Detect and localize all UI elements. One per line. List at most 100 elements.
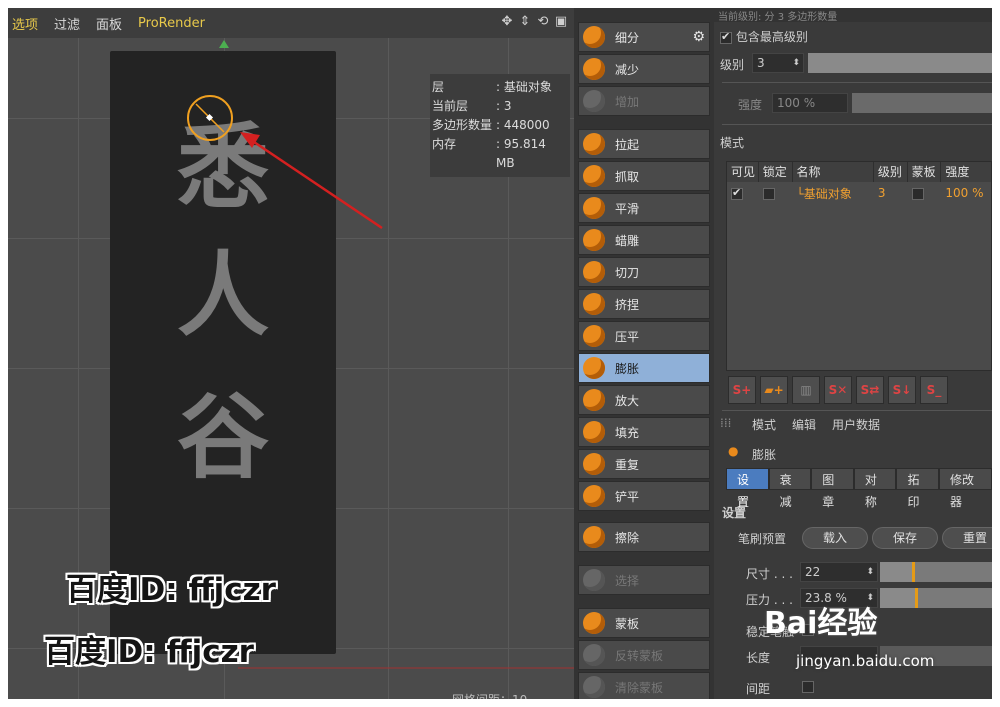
tool-invert-mask[interactable]: 反转蒙板 bbox=[578, 640, 710, 670]
mode-label: 模式 bbox=[720, 136, 745, 150]
3d-viewport[interactable]: 选项 过滤 面板 ProRender ✥ ⇕ ⟲ ▣ 悉 人 谷 层: 基础对象 bbox=[8, 8, 574, 699]
tool-label: 膨胀 bbox=[615, 361, 640, 376]
tool-wax[interactable]: 蜡雕 bbox=[578, 225, 710, 255]
tool-grab[interactable]: 抓取 bbox=[578, 161, 710, 191]
lock-toggle[interactable] bbox=[759, 186, 793, 200]
tool-inflate[interactable]: 膨胀 bbox=[578, 353, 710, 383]
tool-pull[interactable]: 拉起 bbox=[578, 129, 710, 159]
checkbox[interactable] bbox=[762, 187, 775, 200]
col-level[interactable]: 级别 bbox=[874, 162, 908, 182]
checkbox[interactable] bbox=[731, 186, 743, 200]
stepper-icon[interactable]: ⬍ bbox=[866, 563, 874, 581]
strength-field[interactable]: 100 % bbox=[772, 93, 848, 113]
tool-clear-mask[interactable]: 清除蒙板 bbox=[578, 672, 710, 699]
tool-mask[interactable]: 蒙板 bbox=[578, 608, 710, 638]
knife-brush-icon bbox=[583, 261, 605, 283]
layer-name-text: 基础对象 bbox=[803, 186, 852, 201]
attr-menu-edit[interactable]: 编辑 bbox=[792, 416, 816, 433]
tool-pinch[interactable]: 挤捏 bbox=[578, 289, 710, 319]
tab-stencil[interactable]: 拓印 bbox=[896, 468, 940, 509]
col-lock[interactable]: 锁定 bbox=[759, 162, 793, 182]
spacing-label: 间距 bbox=[746, 682, 771, 696]
tool-repeat[interactable]: 重复 bbox=[578, 449, 710, 479]
load-preset-button[interactable]: 载入 bbox=[802, 527, 868, 549]
col-visible[interactable]: 可见 bbox=[727, 162, 759, 182]
tab-falloff[interactable]: 衰减 bbox=[768, 468, 812, 509]
tool-label: 铲平 bbox=[615, 489, 640, 504]
info-value-memory: 95.814 MB bbox=[496, 137, 546, 170]
baidu-jingyan-url: jingyan.baidu.com bbox=[796, 652, 935, 670]
include-higher-checkbox[interactable]: 包含最高级别 bbox=[720, 28, 808, 45]
repeat-brush-icon bbox=[583, 453, 605, 475]
tab-modifiers[interactable]: 修改器 bbox=[939, 468, 992, 509]
grid-spacing-label: 网格间距：10 bbox=[452, 691, 527, 699]
attr-menu-userdata[interactable]: 用户数据 bbox=[832, 416, 880, 433]
pressure-slider[interactable] bbox=[880, 588, 992, 608]
flatten-layers-icon[interactable]: S_ bbox=[920, 376, 948, 404]
size-slider-fill bbox=[880, 562, 914, 582]
panel-top-status: 当前级别: 分 3 多边形数量 bbox=[714, 8, 992, 22]
gear-icon[interactable]: ⚙ bbox=[692, 29, 705, 45]
spacing-checkbox[interactable] bbox=[802, 681, 814, 693]
copy-layer-icon[interactable]: S⇄ bbox=[856, 376, 884, 404]
mask-toggle[interactable] bbox=[908, 186, 942, 200]
tool-increase[interactable]: 增加 bbox=[578, 86, 710, 116]
tab-symmetry[interactable]: 对称 bbox=[853, 468, 897, 509]
tab-stamp[interactable]: 图章 bbox=[811, 468, 854, 509]
app-window: 选项 过滤 面板 ProRender ✥ ⇕ ⟲ ▣ 悉 人 谷 层: 基础对象 bbox=[8, 8, 992, 699]
col-strength[interactable]: 强度 bbox=[941, 162, 991, 182]
pressure-slider-handle[interactable] bbox=[914, 588, 918, 608]
col-name[interactable]: 名称 bbox=[793, 162, 874, 182]
tool-smooth[interactable]: 平滑 bbox=[578, 193, 710, 223]
tool-label: 细分 bbox=[615, 30, 640, 45]
col-mask[interactable]: 蒙板 bbox=[908, 162, 942, 182]
sculpt-layers-panel: 当前级别: 分 3 多边形数量 包含最高级别 级别 3⬍ 强度 100 % 模式… bbox=[714, 8, 992, 699]
scrape-brush-icon bbox=[583, 485, 605, 507]
trash-icon[interactable]: ▥ bbox=[792, 376, 820, 404]
size-field[interactable]: 22 ⬍ bbox=[800, 562, 878, 582]
size-slider[interactable] bbox=[880, 562, 992, 582]
attr-menu-mode[interactable]: 模式 bbox=[752, 416, 776, 433]
grip-icon[interactable]: ⁞⁞⁞ bbox=[720, 416, 731, 430]
size-label: 尺寸 . . . bbox=[746, 567, 793, 581]
object-info-hud: 层: 基础对象 当前层: 3 多边形数量: 448000 内存: 95.814 … bbox=[430, 74, 570, 177]
tool-label: 拉起 bbox=[615, 137, 640, 152]
save-preset-button[interactable]: 保存 bbox=[872, 527, 938, 549]
level-label: 级别 bbox=[720, 58, 745, 72]
annotation-arrow bbox=[253, 140, 383, 230]
layer-list[interactable]: 可见 锁定 名称 级别 蒙板 强度 └基础对象 3 100 % bbox=[726, 161, 992, 371]
layer-row[interactable]: └基础对象 3 100 % bbox=[727, 182, 991, 204]
size-slider-handle[interactable] bbox=[911, 562, 915, 582]
tool-knife[interactable]: 切刀 bbox=[578, 257, 710, 287]
visible-toggle[interactable] bbox=[727, 186, 759, 200]
tool-flatten[interactable]: 压平 bbox=[578, 321, 710, 351]
tool-scrape[interactable]: 铲平 bbox=[578, 481, 710, 511]
add-folder-icon[interactable]: ▰+ bbox=[760, 376, 788, 404]
tool-reduce[interactable]: 减少 bbox=[578, 54, 710, 84]
tool-label: 放大 bbox=[615, 393, 640, 408]
watermark-text: 百度ID: ffjczr bbox=[66, 572, 276, 608]
tool-erase[interactable]: 擦除 bbox=[578, 522, 710, 552]
checkbox[interactable] bbox=[911, 187, 924, 200]
sculpt-tools-panel: 细分 ⚙ 减少 增加 拉起 抓取 平滑 蜡雕 切刀 挤捏 压平 膨胀 放大 填充 … bbox=[574, 8, 714, 699]
layer-strength: 100 % bbox=[945, 186, 984, 200]
tool-label: 挤捏 bbox=[615, 297, 640, 312]
tool-fill[interactable]: 填充 bbox=[578, 417, 710, 447]
clear-layer-icon[interactable]: S✕ bbox=[824, 376, 852, 404]
reset-preset-button[interactable]: 重置 bbox=[942, 527, 992, 549]
pressure-slider-fill bbox=[880, 588, 917, 608]
tool-amplify[interactable]: 放大 bbox=[578, 385, 710, 415]
add-layer-icon[interactable]: S+ bbox=[728, 376, 756, 404]
tool-subdivide[interactable]: 细分 ⚙ bbox=[578, 22, 710, 52]
level-field[interactable]: 3 ⬍ bbox=[752, 53, 804, 73]
tab-settings[interactable]: 设置 bbox=[726, 468, 769, 509]
wax-brush-icon bbox=[583, 229, 605, 251]
strength-slider[interactable] bbox=[852, 93, 992, 113]
checkbox[interactable] bbox=[720, 30, 732, 44]
tool-label: 蒙板 bbox=[615, 616, 640, 631]
layer-name[interactable]: └基础对象 bbox=[793, 185, 874, 202]
tool-select[interactable]: 选择 bbox=[578, 565, 710, 595]
level-slider[interactable] bbox=[808, 53, 992, 73]
stepper-icon[interactable]: ⬍ bbox=[792, 54, 800, 72]
merge-down-icon[interactable]: S↓ bbox=[888, 376, 916, 404]
